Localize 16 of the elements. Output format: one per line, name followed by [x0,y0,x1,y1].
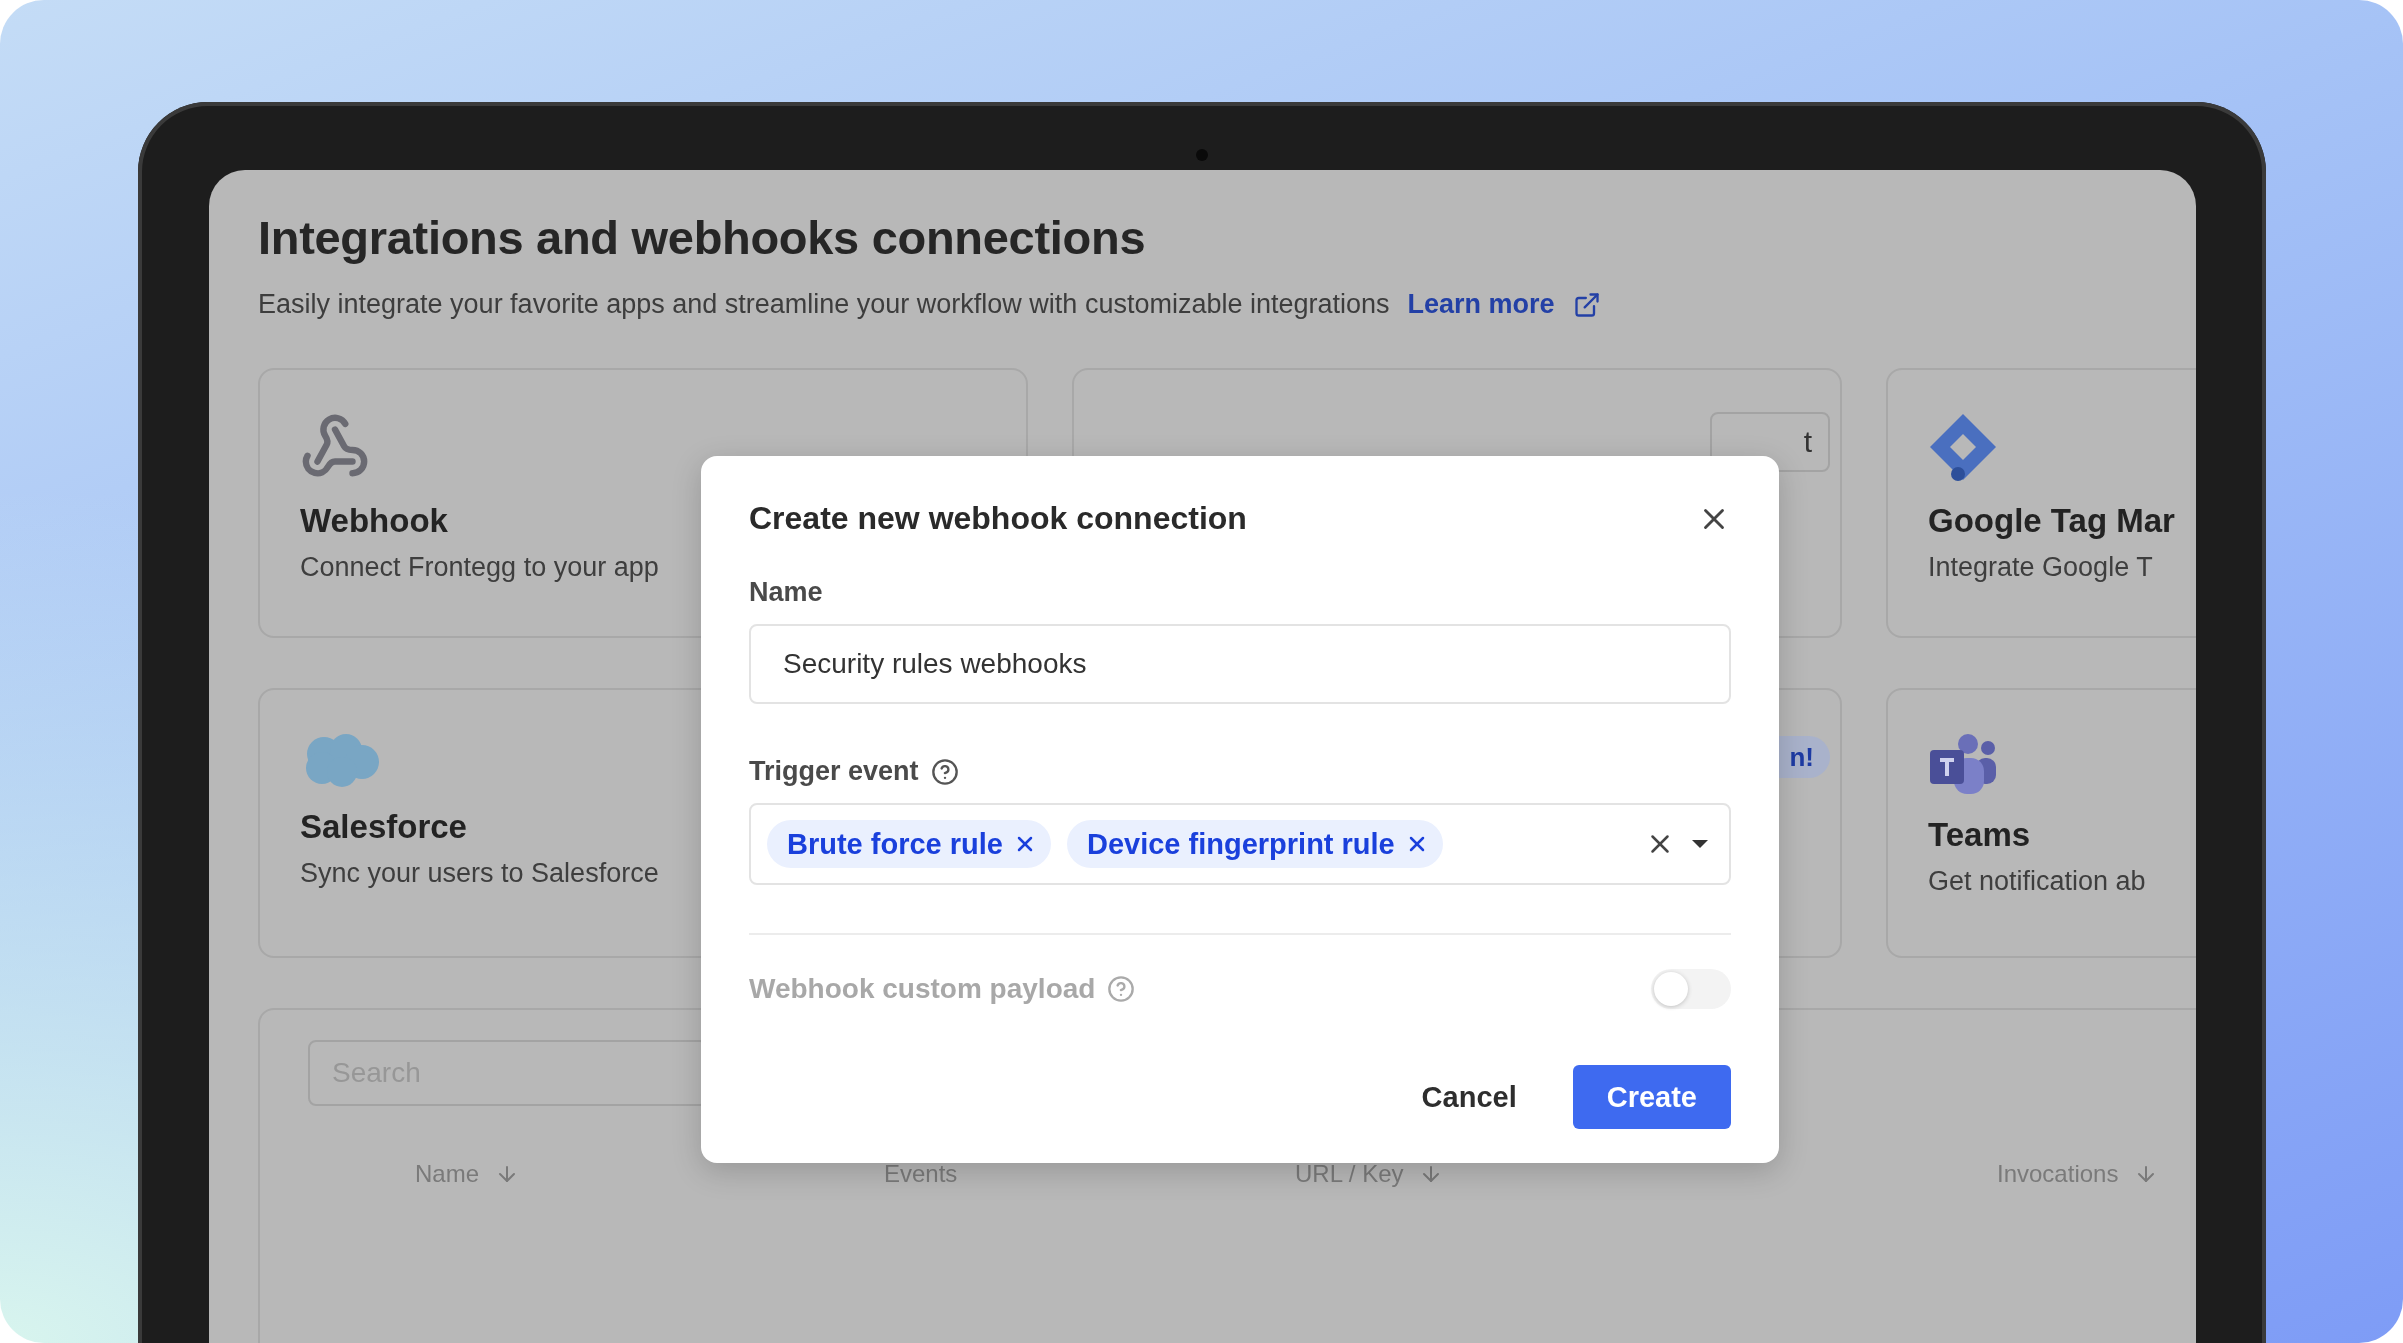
column-header: Events [884,1160,959,1188]
field-label: Trigger event [749,756,919,787]
card-title: Webhook [300,502,448,540]
event-chip: Brute force rule [767,820,1051,868]
card-description: Integrate Google T [1928,552,2153,583]
field-label: Name [749,577,823,608]
page-subtitle: Easily integrate your favorite apps and streamline your workflow with customizable integrations [258,289,1390,320]
card-title: Google Tag Mar [1928,502,2175,540]
card-description: Sync your users to Salesforce [300,858,659,889]
field-label: Webhook custom payload [749,973,1096,1005]
card-description: Connect Frontegg to your app [300,552,659,583]
card-title: Teams [1928,816,2031,854]
card-description: Get notification ab [1928,866,2146,897]
page-title: Integrations and webhooks connections [258,210,1147,265]
event-chip: Device fingerprint rule [1066,820,1443,868]
card-title: Salesforce [300,808,467,846]
